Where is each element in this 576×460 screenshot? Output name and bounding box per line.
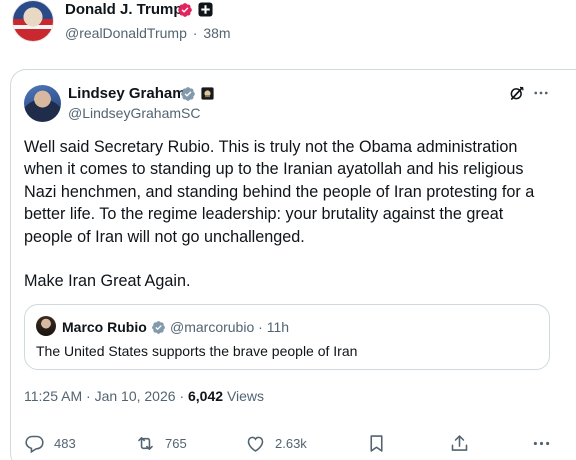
share-button[interactable]	[449, 430, 470, 456]
post-paragraph: Make Iran Great Again.	[24, 272, 191, 291]
bookmark-button[interactable]	[366, 430, 387, 456]
author-handle: @marcorubio · 11h	[170, 319, 289, 335]
separator: ·	[192, 25, 198, 41]
more-icon[interactable]	[532, 84, 550, 102]
views-label: Views	[226, 388, 265, 404]
avatar[interactable]	[12, 0, 54, 42]
timestamp[interactable]: 38m	[203, 25, 230, 41]
like-button[interactable]: 2.63k	[245, 430, 307, 456]
repost-icon	[138, 436, 153, 450]
handle-text[interactable]: @realDonaldTrump	[65, 25, 187, 41]
post-time[interactable]: 11:25 AM	[24, 388, 82, 404]
repost-button[interactable]: 765	[135, 430, 187, 456]
timestamp[interactable]: 11h	[267, 319, 289, 335]
reply-button[interactable]: 483	[24, 430, 76, 456]
separator: ·	[258, 319, 263, 335]
author-name[interactable]: Marco Rubio	[62, 319, 147, 335]
like-count: 2.63k	[275, 435, 307, 451]
repost-header: Donald J. Trump @realDonaldTrump · 38m	[0, 0, 576, 56]
views-count: 6,042	[188, 388, 224, 404]
quoted-post[interactable]: Marco Rubio @marcorubio · 11h The United…	[24, 304, 550, 370]
post-paragraph: Well said Secretary Rubio. This is truly…	[24, 138, 535, 246]
separator: ·	[86, 388, 91, 404]
avatar[interactable]	[24, 85, 61, 122]
reply-icon	[25, 435, 44, 453]
affiliate-badge-icon	[201, 87, 214, 100]
action-bar: 483 765 2.63k	[0, 430, 576, 458]
repost-count: 765	[165, 435, 187, 451]
more-actions-button[interactable]	[531, 430, 552, 456]
handle-text[interactable]: @marcorubio	[170, 319, 254, 335]
author-name[interactable]: Donald J. Trump	[65, 1, 183, 18]
grok-icon[interactable]	[508, 84, 526, 102]
separator: ·	[179, 388, 185, 404]
verified-badge-icon	[178, 3, 192, 17]
verified-badge-icon	[152, 321, 165, 334]
verified-badge-icon	[181, 87, 195, 101]
affiliate-badge-icon	[198, 2, 213, 17]
quote-text: The United States supports the brave peo…	[36, 343, 358, 359]
bookmark-icon	[370, 434, 383, 452]
author-handle: @realDonaldTrump · 38m	[65, 25, 231, 41]
post-date[interactable]: Jan 10, 2026	[95, 388, 176, 404]
post-body: Well said Secretary Rubio. This is truly…	[24, 136, 554, 292]
share-icon	[451, 434, 468, 451]
author-handle[interactable]: @LindseyGrahamSC	[68, 105, 201, 121]
like-icon	[247, 436, 264, 452]
author-name[interactable]: Lindsey Graham	[68, 85, 186, 102]
post-meta: 11:25 AM · Jan 10, 2026 · 6,042 Views	[24, 388, 264, 404]
avatar[interactable]	[36, 316, 56, 336]
more-icon	[533, 441, 550, 445]
reply-count: 483	[54, 435, 76, 451]
